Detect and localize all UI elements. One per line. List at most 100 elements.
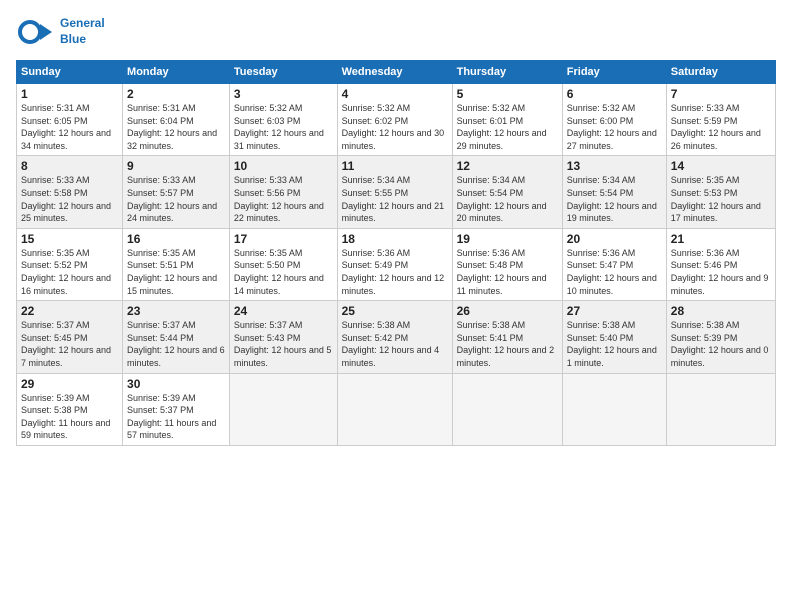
day-info: Sunrise: 5:35 AMSunset: 5:52 PMDaylight:…: [21, 247, 118, 297]
day-number: 2: [127, 87, 225, 101]
day-number: 16: [127, 232, 225, 246]
table-row: 26Sunrise: 5:38 AMSunset: 5:41 PMDayligh…: [452, 301, 562, 373]
table-row: 11Sunrise: 5:34 AMSunset: 5:55 PMDayligh…: [337, 156, 452, 228]
day-number: 7: [671, 87, 771, 101]
table-row: 23Sunrise: 5:37 AMSunset: 5:44 PMDayligh…: [123, 301, 230, 373]
table-row: [337, 373, 452, 445]
day-info: Sunrise: 5:34 AMSunset: 5:54 PMDaylight:…: [567, 174, 662, 224]
table-row: [562, 373, 666, 445]
table-row: 13Sunrise: 5:34 AMSunset: 5:54 PMDayligh…: [562, 156, 666, 228]
day-info: Sunrise: 5:38 AMSunset: 5:42 PMDaylight:…: [342, 319, 448, 369]
table-row: 6Sunrise: 5:32 AMSunset: 6:00 PMDaylight…: [562, 84, 666, 156]
day-info: Sunrise: 5:33 AMSunset: 5:57 PMDaylight:…: [127, 174, 225, 224]
day-number: 12: [457, 159, 558, 173]
day-info: Sunrise: 5:36 AMSunset: 5:49 PMDaylight:…: [342, 247, 448, 297]
table-row: 3Sunrise: 5:32 AMSunset: 6:03 PMDaylight…: [229, 84, 337, 156]
day-info: Sunrise: 5:37 AMSunset: 5:44 PMDaylight:…: [127, 319, 225, 369]
day-info: Sunrise: 5:38 AMSunset: 5:41 PMDaylight:…: [457, 319, 558, 369]
day-info: Sunrise: 5:34 AMSunset: 5:55 PMDaylight:…: [342, 174, 448, 224]
day-info: Sunrise: 5:32 AMSunset: 6:00 PMDaylight:…: [567, 102, 662, 152]
day-number: 1: [21, 87, 118, 101]
col-header-friday: Friday: [562, 61, 666, 84]
logo-svg: [16, 12, 56, 52]
table-row: 12Sunrise: 5:34 AMSunset: 5:54 PMDayligh…: [452, 156, 562, 228]
day-number: 26: [457, 304, 558, 318]
day-info: Sunrise: 5:39 AMSunset: 5:38 PMDaylight:…: [21, 392, 118, 442]
day-info: Sunrise: 5:35 AMSunset: 5:51 PMDaylight:…: [127, 247, 225, 297]
logo: GeneralBlue: [16, 12, 105, 52]
day-number: 11: [342, 159, 448, 173]
day-number: 27: [567, 304, 662, 318]
day-number: 4: [342, 87, 448, 101]
day-number: 15: [21, 232, 118, 246]
logo-text-blue: Blue: [60, 32, 105, 48]
day-info: Sunrise: 5:37 AMSunset: 5:45 PMDaylight:…: [21, 319, 118, 369]
table-row: 5Sunrise: 5:32 AMSunset: 6:01 PMDaylight…: [452, 84, 562, 156]
day-number: 19: [457, 232, 558, 246]
table-row: 14Sunrise: 5:35 AMSunset: 5:53 PMDayligh…: [666, 156, 775, 228]
day-number: 30: [127, 377, 225, 391]
day-info: Sunrise: 5:31 AMSunset: 6:05 PMDaylight:…: [21, 102, 118, 152]
table-row: 30Sunrise: 5:39 AMSunset: 5:37 PMDayligh…: [123, 373, 230, 445]
table-row: 9Sunrise: 5:33 AMSunset: 5:57 PMDaylight…: [123, 156, 230, 228]
day-number: 3: [234, 87, 333, 101]
day-info: Sunrise: 5:32 AMSunset: 6:03 PMDaylight:…: [234, 102, 333, 152]
col-header-tuesday: Tuesday: [229, 61, 337, 84]
logo-text-general: General: [60, 16, 105, 32]
day-number: 25: [342, 304, 448, 318]
day-info: Sunrise: 5:38 AMSunset: 5:39 PMDaylight:…: [671, 319, 771, 369]
day-number: 29: [21, 377, 118, 391]
day-number: 10: [234, 159, 333, 173]
day-info: Sunrise: 5:32 AMSunset: 6:02 PMDaylight:…: [342, 102, 448, 152]
day-info: Sunrise: 5:36 AMSunset: 5:47 PMDaylight:…: [567, 247, 662, 297]
day-number: 8: [21, 159, 118, 173]
table-row: 15Sunrise: 5:35 AMSunset: 5:52 PMDayligh…: [17, 228, 123, 300]
day-info: Sunrise: 5:33 AMSunset: 5:58 PMDaylight:…: [21, 174, 118, 224]
table-row: 21Sunrise: 5:36 AMSunset: 5:46 PMDayligh…: [666, 228, 775, 300]
day-number: 20: [567, 232, 662, 246]
day-info: Sunrise: 5:36 AMSunset: 5:48 PMDaylight:…: [457, 247, 558, 297]
table-row: 7Sunrise: 5:33 AMSunset: 5:59 PMDaylight…: [666, 84, 775, 156]
day-info: Sunrise: 5:37 AMSunset: 5:43 PMDaylight:…: [234, 319, 333, 369]
day-info: Sunrise: 5:38 AMSunset: 5:40 PMDaylight:…: [567, 319, 662, 369]
day-number: 6: [567, 87, 662, 101]
table-row: 19Sunrise: 5:36 AMSunset: 5:48 PMDayligh…: [452, 228, 562, 300]
table-row: [229, 373, 337, 445]
day-number: 17: [234, 232, 333, 246]
day-number: 28: [671, 304, 771, 318]
day-info: Sunrise: 5:33 AMSunset: 5:59 PMDaylight:…: [671, 102, 771, 152]
day-info: Sunrise: 5:32 AMSunset: 6:01 PMDaylight:…: [457, 102, 558, 152]
day-number: 5: [457, 87, 558, 101]
table-row: 24Sunrise: 5:37 AMSunset: 5:43 PMDayligh…: [229, 301, 337, 373]
table-row: 18Sunrise: 5:36 AMSunset: 5:49 PMDayligh…: [337, 228, 452, 300]
day-info: Sunrise: 5:39 AMSunset: 5:37 PMDaylight:…: [127, 392, 225, 442]
table-row: [452, 373, 562, 445]
day-info: Sunrise: 5:35 AMSunset: 5:50 PMDaylight:…: [234, 247, 333, 297]
table-row: 2Sunrise: 5:31 AMSunset: 6:04 PMDaylight…: [123, 84, 230, 156]
day-info: Sunrise: 5:34 AMSunset: 5:54 PMDaylight:…: [457, 174, 558, 224]
table-row: 1Sunrise: 5:31 AMSunset: 6:05 PMDaylight…: [17, 84, 123, 156]
col-header-saturday: Saturday: [666, 61, 775, 84]
table-row: 8Sunrise: 5:33 AMSunset: 5:58 PMDaylight…: [17, 156, 123, 228]
day-number: 14: [671, 159, 771, 173]
table-row: 4Sunrise: 5:32 AMSunset: 6:02 PMDaylight…: [337, 84, 452, 156]
table-row: 10Sunrise: 5:33 AMSunset: 5:56 PMDayligh…: [229, 156, 337, 228]
day-info: Sunrise: 5:35 AMSunset: 5:53 PMDaylight:…: [671, 174, 771, 224]
day-number: 21: [671, 232, 771, 246]
col-header-wednesday: Wednesday: [337, 61, 452, 84]
day-number: 23: [127, 304, 225, 318]
col-header-sunday: Sunday: [17, 61, 123, 84]
table-row: 22Sunrise: 5:37 AMSunset: 5:45 PMDayligh…: [17, 301, 123, 373]
table-row: 28Sunrise: 5:38 AMSunset: 5:39 PMDayligh…: [666, 301, 775, 373]
table-row: 29Sunrise: 5:39 AMSunset: 5:38 PMDayligh…: [17, 373, 123, 445]
day-number: 9: [127, 159, 225, 173]
table-row: 20Sunrise: 5:36 AMSunset: 5:47 PMDayligh…: [562, 228, 666, 300]
day-info: Sunrise: 5:36 AMSunset: 5:46 PMDaylight:…: [671, 247, 771, 297]
day-number: 18: [342, 232, 448, 246]
col-header-monday: Monday: [123, 61, 230, 84]
col-header-thursday: Thursday: [452, 61, 562, 84]
table-row: [666, 373, 775, 445]
table-row: 27Sunrise: 5:38 AMSunset: 5:40 PMDayligh…: [562, 301, 666, 373]
table-row: 16Sunrise: 5:35 AMSunset: 5:51 PMDayligh…: [123, 228, 230, 300]
day-info: Sunrise: 5:31 AMSunset: 6:04 PMDaylight:…: [127, 102, 225, 152]
